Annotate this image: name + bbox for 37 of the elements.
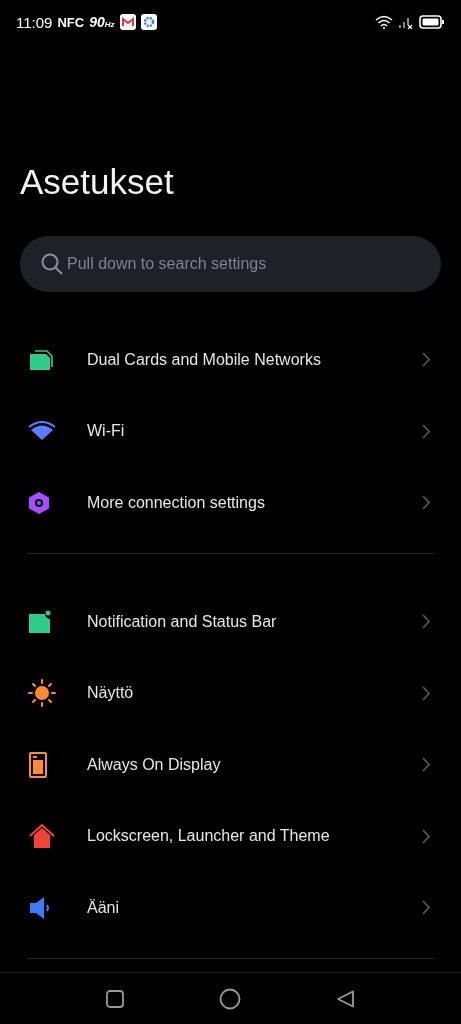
settings-item[interactable]: Lockscreen, Launcher and Theme (0, 800, 461, 873)
chevron-icon (422, 352, 431, 368)
back-icon[interactable] (335, 988, 356, 1009)
settings-item[interactable]: Dual Cards and Mobile Networks (0, 324, 461, 396)
phone-icon (28, 750, 48, 779)
sun-icon (28, 679, 56, 708)
chevron-icon (422, 828, 431, 844)
cell-signal-icon (398, 15, 414, 29)
hexagon-icon (28, 491, 50, 515)
settings-item[interactable]: Wi-Fi (0, 395, 461, 468)
chevron-icon (422, 685, 431, 701)
chevron-icon (422, 423, 431, 439)
chevron-icon (422, 614, 431, 630)
recents-icon[interactable] (105, 989, 124, 1008)
wifi-icon (28, 421, 56, 442)
nfc-indicator: NFC (57, 14, 85, 30)
wifi-signal-icon (375, 15, 393, 29)
settings-item[interactable]: Always On Display (0, 728, 461, 801)
settings-item[interactable]: Ääni (0, 872, 461, 944)
battery-icon (419, 15, 445, 29)
speaker-icon (28, 894, 52, 921)
clock: 11:09 (16, 13, 53, 31)
search-field[interactable]: Pull down to search settings (20, 236, 441, 292)
notification-icon (28, 609, 52, 634)
refresh-rate-indicator: 90Hz (89, 14, 115, 30)
sim-card-icon (28, 349, 54, 370)
chevron-icon (422, 900, 431, 916)
mail-icon (119, 14, 136, 30)
house-icon (28, 823, 56, 850)
chevron-icon (422, 495, 431, 511)
settings-item[interactable]: Notification and Status Bar (0, 585, 461, 658)
home-icon[interactable] (218, 987, 241, 1010)
page-title: Asetukset (20, 162, 175, 202)
settings-item[interactable]: Näyttö (0, 657, 461, 729)
chevron-icon (422, 757, 431, 773)
settings-item[interactable]: More connection settings (0, 467, 461, 539)
gear-icon (140, 14, 157, 30)
